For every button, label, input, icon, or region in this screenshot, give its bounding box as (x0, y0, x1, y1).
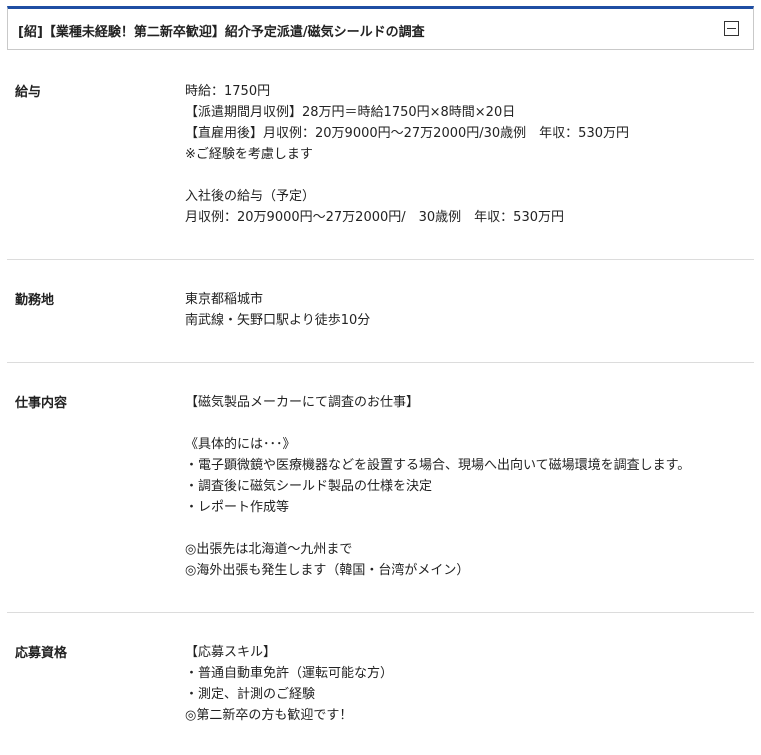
body-line: ◎海外出張も発生します（韓国・台湾がメイン） (185, 563, 470, 578)
body-line: ◎第二新卒の方も歓迎です！ (185, 708, 353, 723)
section-body: 時給：1750円 【派遣期間月収例】28万円＝時給1750円×8時間×20日 【… (185, 81, 629, 228)
divider (7, 612, 754, 613)
section-body: 【応募スキル】 ・普通自動車免許（運転可能な方） ・測定、計測のご経験 ◎第二新… (185, 642, 393, 726)
body-line: 【磁気製品メーカーにて調査のお仕事】 (185, 395, 420, 410)
body-line: 【派遣期間月収例】28万円＝時給1750円×8時間×20日 (185, 105, 516, 120)
section-label: 応募資格 (15, 646, 68, 661)
divider (7, 362, 754, 363)
collapse-minus-icon[interactable] (724, 21, 739, 36)
body-line: 【応募スキル】 (185, 645, 277, 660)
job-title: [紹]【業種未経験！第二新卒歓迎】紹介予定派遣/磁気シールドの調査 (18, 25, 425, 40)
section-body: 【磁気製品メーカーにて調査のお仕事】 《具体的には･･･》 ・電子顕微鏡や医療機… (185, 392, 690, 581)
body-line: 【直雇用後】月収例：20万9000円～27万2000円/30歳例 年収：530万… (185, 126, 629, 141)
body-line: ※ご経験を考慮します (185, 147, 313, 162)
section-label: 勤務地 (15, 293, 55, 308)
body-line: 入社後の給与（予定） (185, 189, 316, 204)
job-header: [紹]【業種未経験！第二新卒歓迎】紹介予定派遣/磁気シールドの調査 (7, 6, 754, 50)
divider (7, 259, 754, 260)
section-label: 仕事内容 (15, 396, 68, 411)
body-line: 東京都稲城市 (185, 292, 264, 307)
body-line: ◎出張先は北海道～九州まで (185, 542, 353, 557)
body-line: ・電子顕微鏡や医療機器などを設置する場合、現場へ出向いて磁場環境を調査します。 (185, 458, 691, 473)
body-line: 時給：1750円 (185, 84, 271, 99)
body-line: 南武線・矢野口駅より徒歩10分 (185, 313, 371, 328)
body-line: ・測定、計測のご経験 (185, 687, 316, 702)
body-line: 月収例：20万9000円～27万2000円/ 30歳例 年収：530万円 (185, 210, 564, 225)
body-line: ・レポート作成等 (185, 500, 290, 515)
section-body: 東京都稲城市 南武線・矢野口駅より徒歩10分 (185, 289, 370, 331)
body-line: ・調査後に磁気シールド製品の仕様を決定 (185, 479, 433, 494)
section-label: 給与 (15, 85, 42, 100)
body-line: 《具体的には･･･》 (185, 437, 296, 452)
body-line: ・普通自動車免許（運転可能な方） (185, 666, 394, 681)
